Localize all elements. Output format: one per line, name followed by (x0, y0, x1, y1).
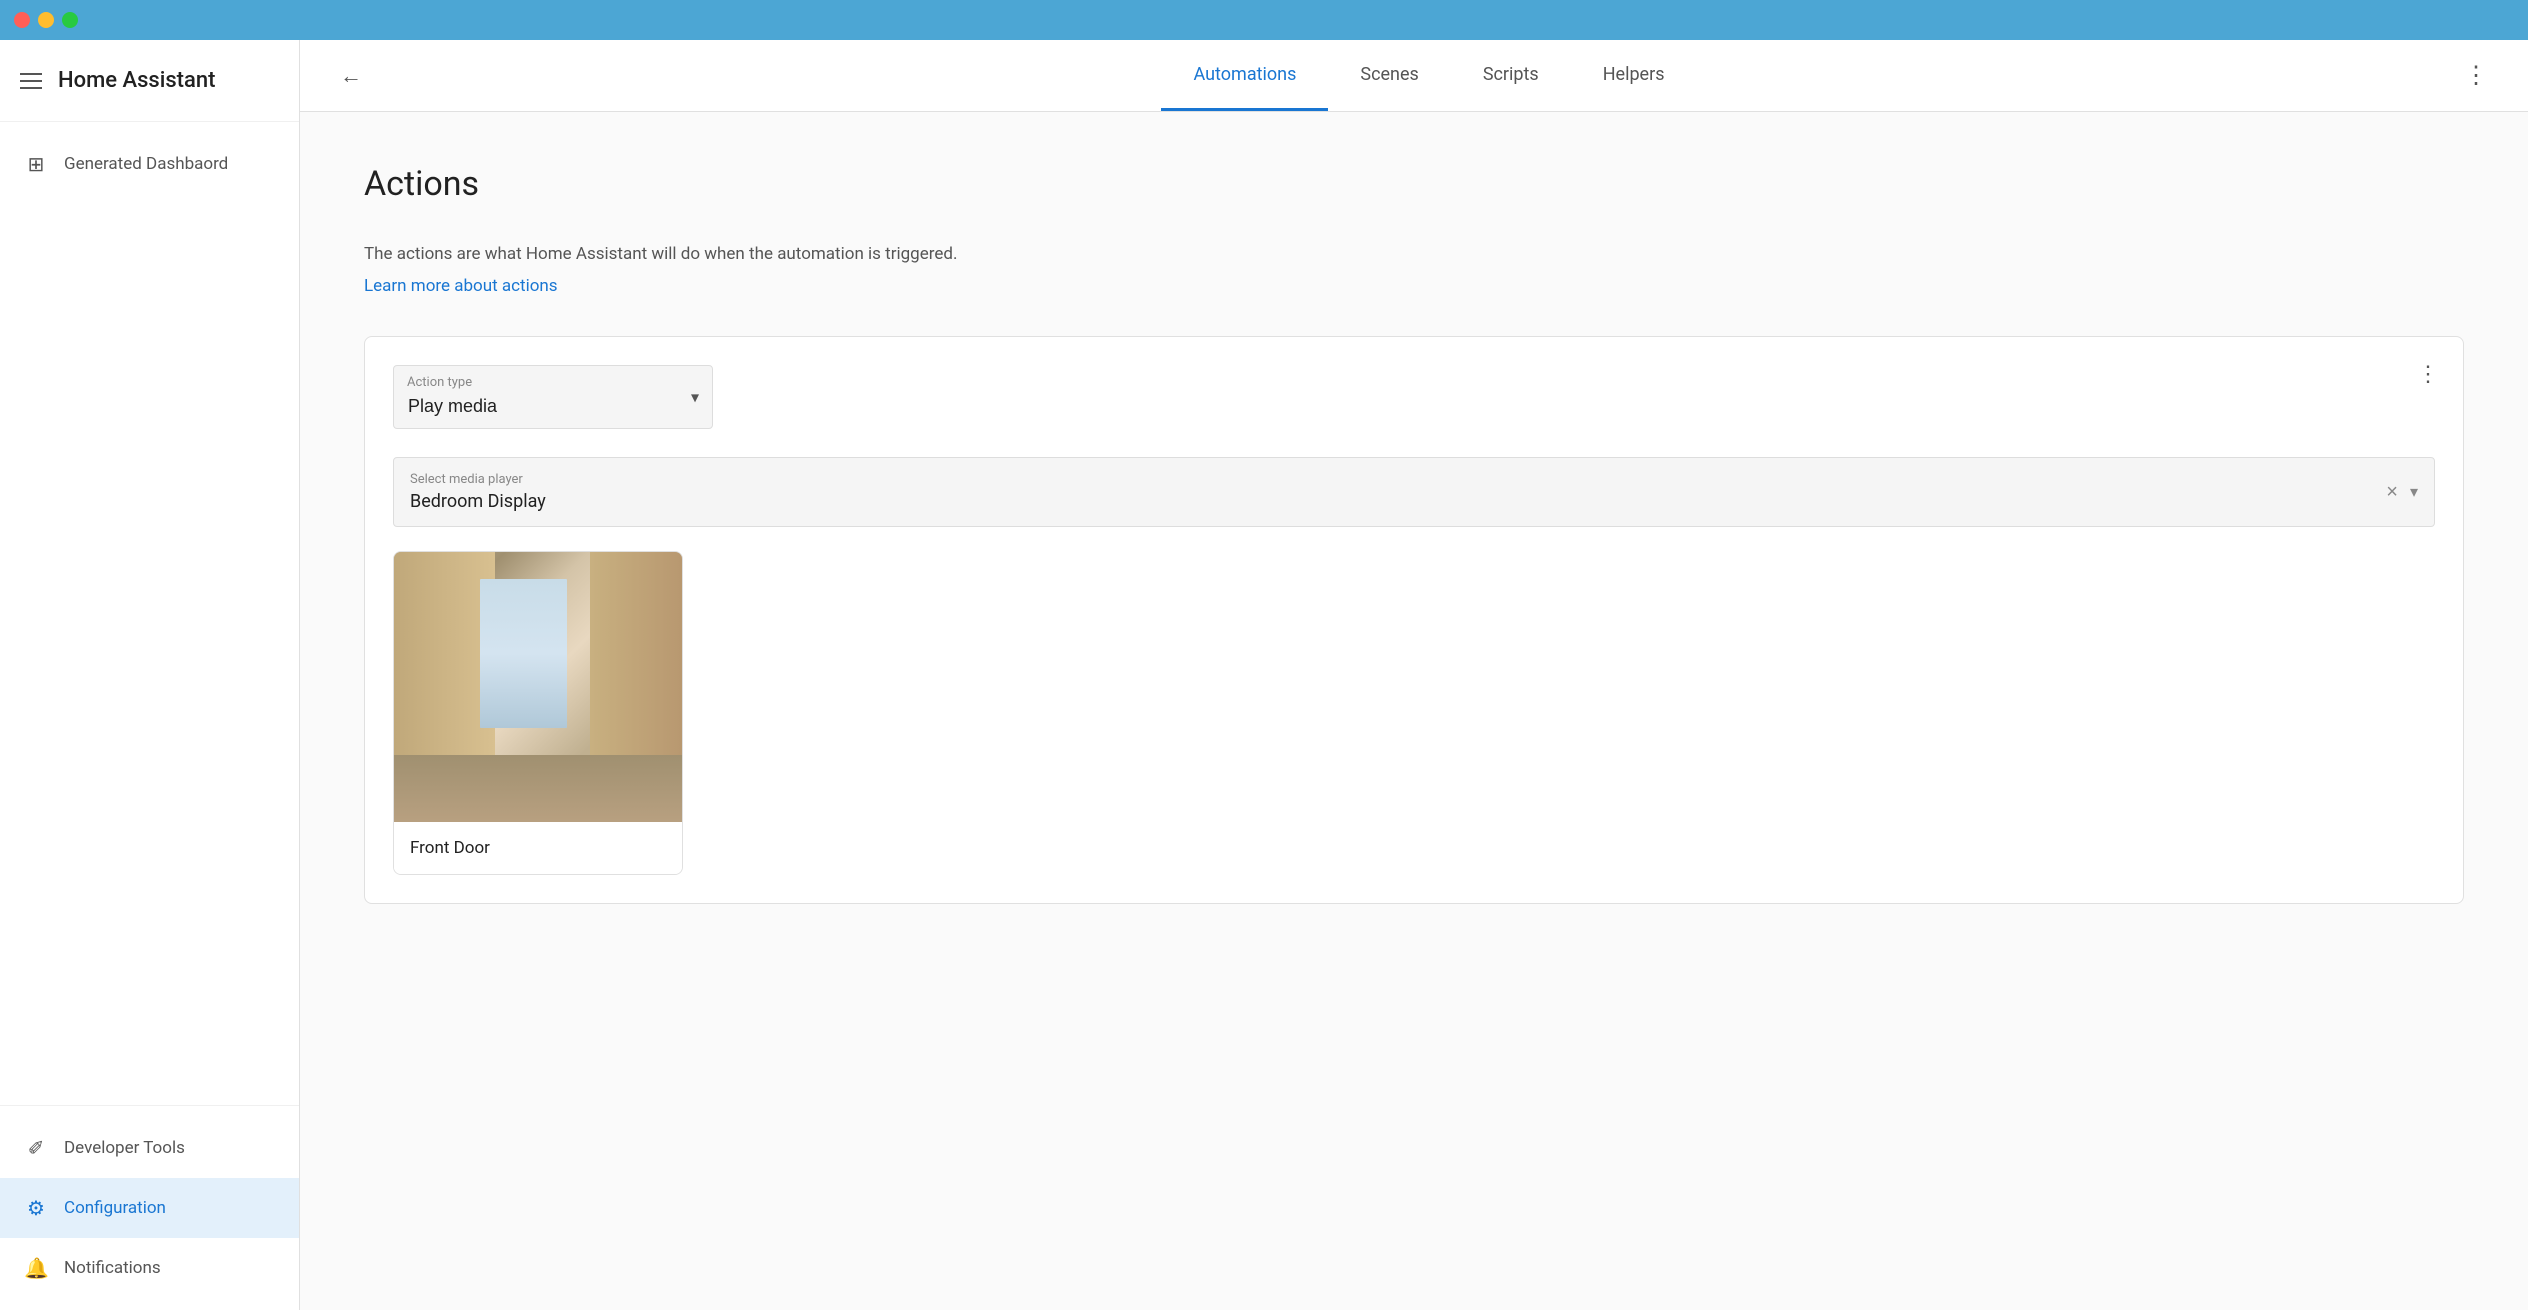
content-area: Actions The actions are what Home Assist… (300, 112, 2528, 1310)
media-thumbnail: Front Door (393, 551, 683, 875)
sidebar-item-label-dashboard: Generated Dashbaord (64, 154, 228, 174)
bell-icon: 🔔 (24, 1256, 48, 1280)
learn-more-link[interactable]: Learn more about actions (364, 276, 558, 296)
app-title: Home Assistant (58, 68, 215, 93)
gear-icon: ⚙ (24, 1196, 48, 1220)
tab-scripts[interactable]: Scripts (1451, 40, 1571, 111)
page-title: Actions (364, 164, 2464, 204)
media-player-label: Select media player (410, 472, 2386, 487)
grid-icon: ⊞ (24, 152, 48, 176)
sidebar: Home Assistant ⊞ Generated Dashbaord ✐ D… (0, 40, 300, 1310)
action-type-label: Action type (407, 375, 472, 390)
media-player-actions: × ▾ (2386, 481, 2418, 504)
main-content: ← Automations Scenes Scripts Helpers ⋮ A… (300, 40, 2528, 1310)
sidebar-item-configuration[interactable]: ⚙ Configuration (0, 1178, 299, 1238)
topnav: ← Automations Scenes Scripts Helpers ⋮ (300, 40, 2528, 112)
wrench-icon: ✐ (24, 1136, 48, 1160)
action-card: ⋮ Action type Play media ▾ Select media … (364, 336, 2464, 904)
hamburger-icon[interactable] (20, 73, 42, 89)
media-thumbnail-label: Front Door (394, 822, 682, 874)
media-player-selector[interactable]: Select media player Bedroom Display × ▾ (393, 457, 2435, 527)
tab-helpers[interactable]: Helpers (1571, 40, 1697, 111)
app-container: Home Assistant ⊞ Generated Dashbaord ✐ D… (0, 40, 2528, 1310)
action-type-dropdown[interactable]: Action type Play media ▾ (393, 365, 713, 429)
door-opening (480, 579, 566, 728)
topnav-tabs: Automations Scenes Scripts Helpers (402, 40, 2456, 111)
expand-media-player-button[interactable]: ▾ (2410, 482, 2418, 502)
sidebar-item-label-configuration: Configuration (64, 1198, 166, 1218)
sidebar-item-dashboard[interactable]: ⊞ Generated Dashbaord (0, 134, 299, 194)
more-options-button[interactable]: ⋮ (2456, 53, 2496, 98)
maximize-button[interactable] (62, 12, 78, 28)
clear-media-player-button[interactable]: × (2386, 481, 2398, 504)
sidebar-header: Home Assistant (0, 40, 299, 122)
sidebar-bottom: ✐ Developer Tools ⚙ Configuration 🔔 Noti… (0, 1105, 299, 1310)
sidebar-nav: ⊞ Generated Dashbaord (0, 122, 299, 1105)
close-button[interactable] (14, 12, 30, 28)
front-door-visual (394, 552, 682, 822)
tab-automations[interactable]: Automations (1161, 40, 1328, 111)
sidebar-item-label-notifications: Notifications (64, 1258, 161, 1278)
media-player-value: Bedroom Display (410, 491, 2386, 512)
media-player-inner: Select media player Bedroom Display (410, 472, 2386, 512)
media-thumbnail-image (394, 552, 682, 822)
sidebar-item-notifications[interactable]: 🔔 Notifications (0, 1238, 299, 1298)
sidebar-item-developer-tools[interactable]: ✐ Developer Tools (0, 1118, 299, 1178)
titlebar (0, 0, 2528, 40)
back-button[interactable]: ← (332, 55, 370, 97)
action-card-more-button[interactable]: ⋮ (2417, 361, 2439, 387)
minimize-button[interactable] (38, 12, 54, 28)
tab-scenes[interactable]: Scenes (1328, 40, 1450, 111)
actions-description: The actions are what Home Assistant will… (364, 244, 2464, 264)
door-floor (394, 755, 682, 823)
sidebar-item-label-dev-tools: Developer Tools (64, 1138, 185, 1158)
